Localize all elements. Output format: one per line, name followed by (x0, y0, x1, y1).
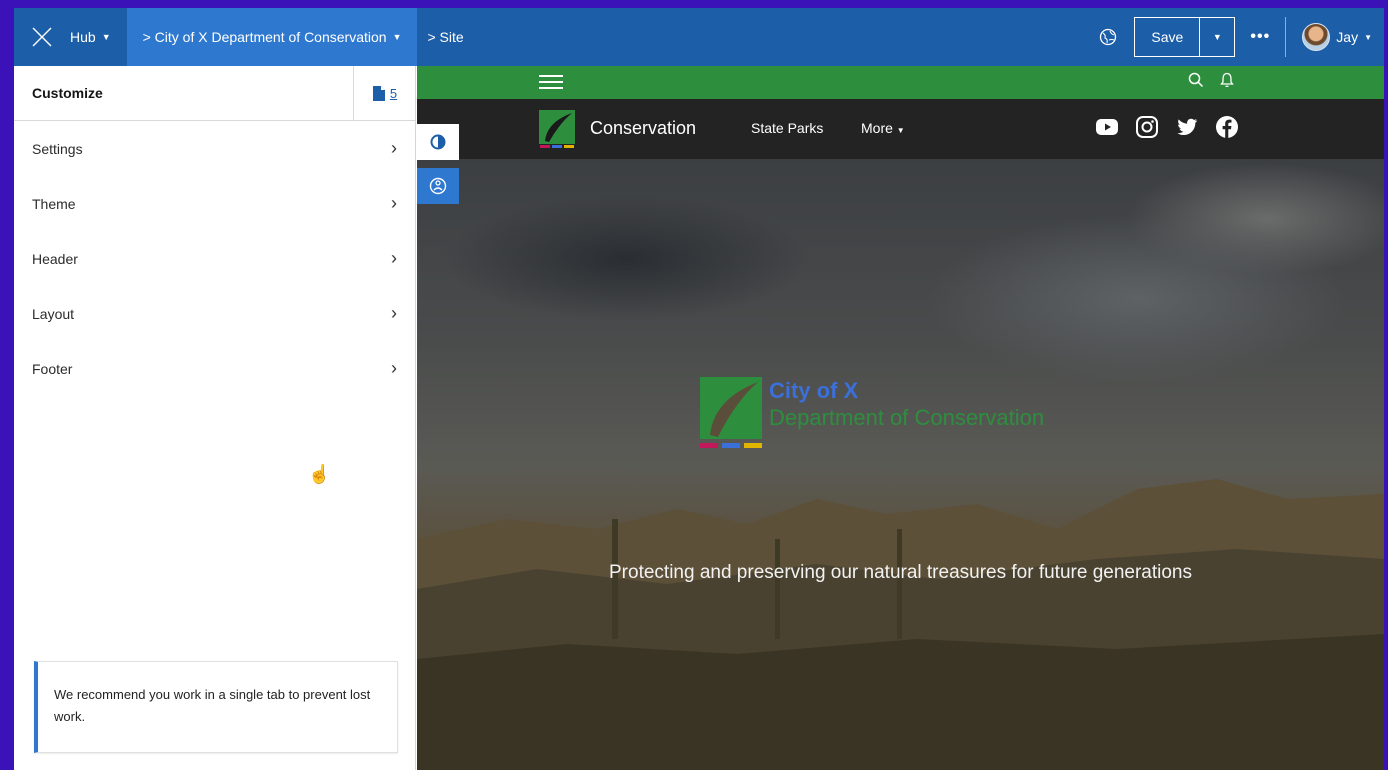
menu-item-label: Layout (32, 305, 75, 322)
hand-cursor-icon: ☝ (308, 464, 331, 484)
nav-more-label: More (861, 120, 893, 136)
chevron-right-icon: › (391, 193, 397, 213)
hero-city-name: City of X (769, 378, 859, 403)
breadcrumb-organization-label: > City of X Department of Conservation (142, 29, 387, 45)
panel-title: Customize (32, 85, 103, 101)
instagram-icon[interactable] (1135, 115, 1159, 139)
top-navigation: Hub ▼ > City of X Department of Conserva… (14, 8, 1384, 66)
menu-item-label: Header (32, 250, 78, 267)
contrast-toggle-button[interactable] (417, 124, 459, 160)
save-button[interactable]: Save (1135, 18, 1201, 56)
avatar (1302, 23, 1331, 51)
chevron-right-icon: › (391, 138, 397, 158)
app-window: Hub ▼ > City of X Department of Conserva… (14, 8, 1384, 770)
youtube-icon[interactable] (1095, 115, 1119, 139)
bell-icon[interactable] (1220, 72, 1234, 88)
site-logo-icon[interactable] (539, 110, 575, 148)
save-button-group: Save ▼ (1134, 17, 1236, 57)
nav-link-state-parks[interactable]: State Parks (751, 120, 823, 136)
chevron-down-icon: ▼ (392, 32, 402, 42)
chevron-right-icon: › (391, 358, 397, 378)
twitter-icon[interactable] (1175, 115, 1199, 139)
panel-header: Customize 5 (14, 65, 415, 121)
globe-button[interactable] (1090, 28, 1126, 46)
breadcrumb-organization[interactable]: > City of X Department of Conservation ▼ (126, 8, 418, 66)
site-top-bar (417, 66, 1384, 99)
chevron-down-icon: ▼ (1212, 32, 1222, 42)
notice-message: We recommend you work in a single tab to… (34, 661, 398, 753)
hero-tagline: Protecting and preserving our natural tr… (609, 562, 1192, 583)
hub-label: Hub (70, 29, 96, 45)
hamburger-menu-icon[interactable] (539, 71, 563, 93)
menu-item-label: Footer (32, 360, 73, 377)
department-logo-icon (700, 377, 762, 448)
breadcrumb-site-label: > Site (427, 29, 464, 45)
chevron-down-icon: ▼ (896, 126, 905, 135)
menu-item-header[interactable]: Header › (14, 231, 415, 286)
accessibility-icon (429, 177, 447, 195)
chevron-down-icon: ▼ (1364, 32, 1372, 42)
hero-department-name: Department of Conservation (769, 405, 1045, 430)
close-button[interactable] (14, 8, 70, 66)
menu-item-layout[interactable]: Layout › (14, 286, 415, 341)
close-icon (32, 27, 52, 47)
social-links (1095, 115, 1239, 139)
chevron-right-icon: › (391, 303, 397, 323)
menu-item-footer[interactable]: Footer › (14, 341, 415, 396)
site-header: Conservation State Parks More ▼ (417, 99, 1384, 159)
search-icon[interactable] (1188, 72, 1204, 88)
document-icon (372, 85, 385, 101)
globe-icon (1100, 28, 1117, 46)
facebook-icon[interactable] (1215, 115, 1239, 139)
pages-count: 5 (389, 85, 398, 101)
pages-button[interactable]: 5 (353, 65, 415, 121)
mountain-landscape-image (417, 479, 1384, 770)
user-name: Jay (1336, 29, 1359, 45)
hub-menu[interactable]: Hub ▼ (70, 8, 127, 66)
user-menu[interactable]: Jay ▼ (1286, 23, 1384, 51)
save-options-button[interactable]: ▼ (1200, 18, 1234, 56)
hero-banner: City of X Department of Conservation Pro… (417, 159, 1384, 770)
nav-more-menu[interactable]: More ▼ (861, 120, 905, 136)
customize-panel: Customize 5 Settings › Theme › Header › … (14, 65, 416, 770)
contrast-icon (430, 134, 446, 150)
site-preview: Conservation State Parks More ▼ City of … (417, 66, 1384, 770)
site-name[interactable]: Conservation (590, 118, 696, 139)
more-options-button[interactable]: ••• (1235, 28, 1285, 46)
chevron-down-icon: ▼ (101, 32, 111, 42)
menu-item-settings[interactable]: Settings › (14, 121, 415, 176)
menu-item-label: Theme (32, 195, 76, 212)
chevron-right-icon: › (391, 248, 397, 268)
menu-item-theme[interactable]: Theme › (14, 176, 415, 231)
menu-item-label: Settings (32, 140, 83, 157)
breadcrumb-site[interactable]: > Site (417, 8, 463, 66)
accessibility-button[interactable] (417, 168, 459, 204)
